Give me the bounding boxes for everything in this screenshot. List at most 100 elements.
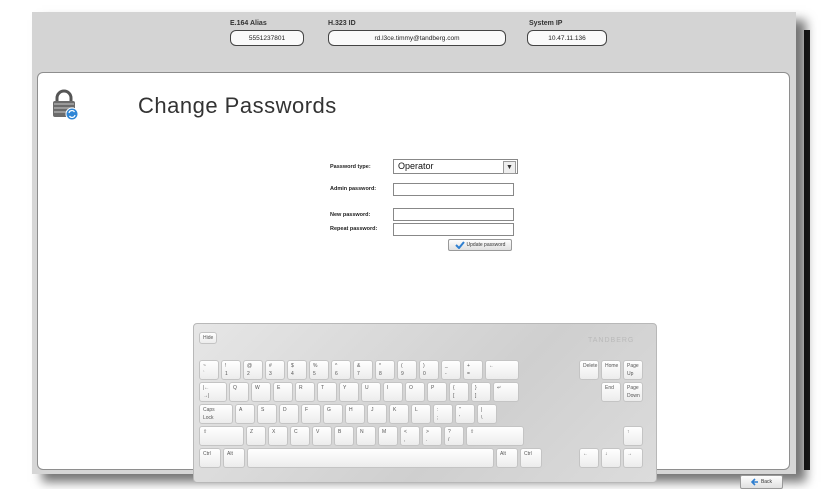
key-row1-9[interactable]: (9 bbox=[397, 360, 417, 380]
key-row1-1[interactable]: ! 1 bbox=[221, 360, 241, 380]
key-row5-1[interactable]: Alt bbox=[223, 448, 245, 468]
key-row2-3[interactable]: E bbox=[273, 382, 293, 402]
key-row3-6[interactable]: H bbox=[345, 404, 365, 424]
key-top-label: * bbox=[379, 363, 381, 369]
key-row2-8[interactable]: I bbox=[383, 382, 403, 402]
key-top-label: " bbox=[459, 407, 461, 413]
key-top-label: End bbox=[605, 385, 614, 391]
key-row3-0[interactable]: Caps Lock bbox=[199, 404, 233, 424]
key-top-label: : bbox=[437, 407, 439, 413]
hide-keyboard-button[interactable]: Hide bbox=[199, 332, 217, 344]
key-nav-8[interactable]: → bbox=[623, 448, 643, 468]
key-row4-8[interactable]: <, bbox=[400, 426, 420, 446]
back-arrow-icon bbox=[750, 478, 758, 486]
key-row3-9[interactable]: L bbox=[411, 404, 431, 424]
key-row2-9[interactable]: O bbox=[405, 382, 425, 402]
key-top-label: C bbox=[294, 429, 298, 435]
key-row3-3[interactable]: D bbox=[279, 404, 299, 424]
key-row4-1[interactable]: Z bbox=[246, 426, 266, 446]
key-nav-0[interactable]: Delete bbox=[579, 360, 599, 380]
key-row1-13[interactable]: ← bbox=[485, 360, 519, 380]
key-row3-8[interactable]: K bbox=[389, 404, 409, 424]
key-row1-2[interactable]: @2 bbox=[243, 360, 263, 380]
key-row1-6[interactable]: ^ 6 bbox=[331, 360, 351, 380]
key-nav-6[interactable]: ← bbox=[579, 448, 599, 468]
key-row4-3[interactable]: C bbox=[290, 426, 310, 446]
key-row4-6[interactable]: N bbox=[356, 426, 376, 446]
h323-id-label: H.323 ID bbox=[328, 20, 356, 27]
key-nav-2[interactable]: Page Up bbox=[623, 360, 643, 380]
key-row5-3[interactable]: Alt bbox=[496, 448, 518, 468]
new-password-label: New password: bbox=[330, 212, 371, 218]
key-row1-3[interactable]: #3 bbox=[265, 360, 285, 380]
key-row1-0[interactable]: ~ ` bbox=[199, 360, 219, 380]
key-row2-10[interactable]: P bbox=[427, 382, 447, 402]
key-row2-0[interactable]: |← →| bbox=[199, 382, 227, 402]
admin-password-label: Admin password: bbox=[330, 186, 377, 192]
repeat-password-field[interactable] bbox=[393, 223, 514, 236]
key-top-label: ← bbox=[583, 451, 588, 457]
key-top-label: ⇧ bbox=[203, 429, 208, 435]
key-row2-5[interactable]: T bbox=[317, 382, 337, 402]
admin-password-field[interactable] bbox=[393, 183, 514, 196]
key-row2-2[interactable]: W bbox=[251, 382, 271, 402]
key-row5-0[interactable]: Ctrl bbox=[199, 448, 221, 468]
key-row3-1[interactable]: A bbox=[235, 404, 255, 424]
key-bottom-label: 3 bbox=[269, 371, 272, 377]
password-type-select[interactable]: Operator ▼ bbox=[393, 159, 518, 174]
password-type-value: Operator bbox=[398, 161, 434, 171]
key-row4-2[interactable]: X bbox=[268, 426, 288, 446]
key-row1-12[interactable]: + = bbox=[463, 360, 483, 380]
key-row2-1[interactable]: Q bbox=[229, 382, 249, 402]
key-top-label: U bbox=[365, 385, 369, 391]
key-row4-7[interactable]: M bbox=[378, 426, 398, 446]
key-row4-10[interactable]: ? / bbox=[444, 426, 464, 446]
key-row5-2[interactable] bbox=[247, 448, 494, 468]
key-row4-11[interactable]: ⇧ bbox=[466, 426, 524, 446]
key-bottom-label: 4 bbox=[291, 371, 294, 377]
key-row2-13[interactable]: ↵ bbox=[493, 382, 519, 402]
key-nav-3[interactable]: End bbox=[601, 382, 621, 402]
key-row2-12[interactable]: }] bbox=[471, 382, 491, 402]
key-row1-5[interactable]: % 5 bbox=[309, 360, 329, 380]
key-top-label: O bbox=[409, 385, 413, 391]
key-nav-4[interactable]: Page Down bbox=[623, 382, 643, 402]
password-type-label: Password type: bbox=[330, 164, 371, 170]
hide-label: Hide bbox=[203, 335, 214, 341]
key-bottom-label: 5 bbox=[313, 371, 316, 377]
key-nav-1[interactable]: Home bbox=[601, 360, 621, 380]
key-row1-11[interactable]: _ - bbox=[441, 360, 461, 380]
key-top-label: X bbox=[272, 429, 276, 435]
key-row2-11[interactable]: {[ bbox=[449, 382, 469, 402]
key-row1-8[interactable]: * 8 bbox=[375, 360, 395, 380]
key-row1-7[interactable]: & 7 bbox=[353, 360, 373, 380]
key-row4-5[interactable]: B bbox=[334, 426, 354, 446]
key-row3-5[interactable]: G bbox=[323, 404, 343, 424]
key-top-label: Ctrl bbox=[203, 451, 211, 457]
checkmark-icon bbox=[454, 241, 465, 249]
key-row2-6[interactable]: Y bbox=[339, 382, 359, 402]
key-row3-2[interactable]: S bbox=[257, 404, 277, 424]
key-row3-11[interactable]: " ' bbox=[455, 404, 475, 424]
key-row2-4[interactable]: R bbox=[295, 382, 315, 402]
key-top-label: # bbox=[269, 363, 272, 369]
key-row4-4[interactable]: V bbox=[312, 426, 332, 446]
key-top-label: N bbox=[360, 429, 364, 435]
key-row2-7[interactable]: U bbox=[361, 382, 381, 402]
update-password-button[interactable]: Update password bbox=[448, 239, 512, 251]
key-row1-10[interactable]: ) 0 bbox=[419, 360, 439, 380]
key-row4-9[interactable]: >. bbox=[422, 426, 442, 446]
h323-id-value: rd.l3ce.timmy@tandberg.com bbox=[328, 30, 506, 46]
key-nav-5[interactable]: ↑ bbox=[623, 426, 643, 446]
key-row5-4[interactable]: Ctrl bbox=[520, 448, 542, 468]
key-nav-7[interactable]: ↓ bbox=[601, 448, 621, 468]
key-row4-0[interactable]: ⇧ bbox=[199, 426, 244, 446]
chevron-down-icon[interactable]: ▼ bbox=[503, 161, 516, 174]
key-row3-12[interactable]: | \ bbox=[477, 404, 497, 424]
key-row3-4[interactable]: F bbox=[301, 404, 321, 424]
key-row1-4[interactable]: $4 bbox=[287, 360, 307, 380]
key-bottom-label: ; bbox=[437, 415, 439, 421]
key-row3-7[interactable]: J bbox=[367, 404, 387, 424]
new-password-field[interactable] bbox=[393, 208, 514, 221]
key-row3-10[interactable]: :; bbox=[433, 404, 453, 424]
